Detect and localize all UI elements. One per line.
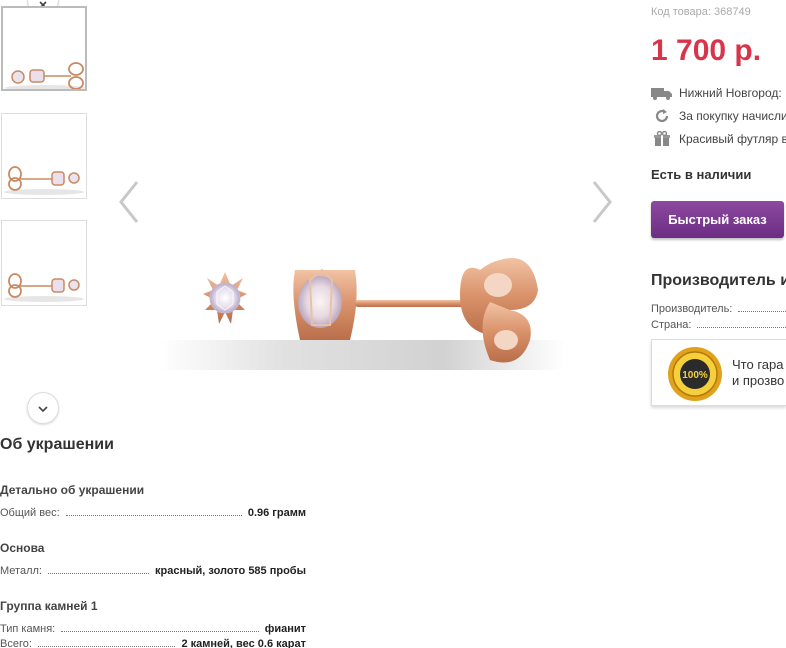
guarantee-text: Что гара и прозво [732, 357, 784, 389]
guarantee-line-1: Что гара [732, 357, 784, 372]
weight-row: Общий вес: 0.96 грамм [0, 505, 306, 519]
dotted-leader [738, 311, 786, 312]
earring-thumbnail-image [4, 166, 84, 195]
stone-type-value: фианит [264, 623, 306, 635]
guarantee-banner[interactable]: 100% Что гара и прозво [651, 339, 786, 406]
stones-section-title: Группа камней 1 [0, 599, 98, 613]
maker-section-title: Производитель и [651, 272, 786, 289]
product-price: 1 700 р. [651, 34, 762, 67]
earring-thumbnail-image [4, 273, 84, 302]
gift-line: Красивый футляр в [651, 130, 786, 148]
prev-image-arrow[interactable] [117, 180, 143, 224]
stock-status: Есть в наличии [651, 167, 752, 182]
bonus-line: За покупку начисли [651, 107, 786, 125]
stone-total-label: Всего: [0, 638, 32, 648]
details-section-title: Детально об украшении [0, 483, 145, 497]
metal-row: Металл: красный, золото 585 пробы [0, 563, 306, 577]
dotted-leader [61, 631, 259, 632]
producer-row: Производитель: [651, 301, 786, 315]
refresh-icon [651, 108, 673, 124]
quick-order-button[interactable]: Быстрый заказ [651, 201, 784, 238]
delivery-line: Нижний Новгород: [651, 84, 782, 102]
dotted-leader [37, 646, 176, 647]
thumbnail-2[interactable] [1, 113, 87, 199]
stone-type-label: Тип камня: [0, 623, 56, 635]
chevron-left-icon [119, 181, 139, 223]
svg-text:100%: 100% [682, 370, 708, 381]
product-code: Код товара: 368749 [651, 6, 751, 18]
main-product-image [160, 240, 565, 380]
metal-value: красный, золото 585 пробы [155, 565, 306, 577]
delivery-text: Нижний Новгород: [679, 86, 782, 100]
money-back-badge-icon: 100% [668, 347, 722, 401]
gallery-down-button[interactable] [27, 392, 59, 424]
bonus-text: За покупку начисли [679, 109, 786, 123]
chevron-down-icon [38, 406, 48, 413]
thumbnail-1[interactable] [1, 6, 87, 91]
country-label: Страна: [651, 319, 692, 331]
stone-total-row: Всего: 2 камней, вес 0.6 карат [0, 636, 306, 648]
next-image-arrow[interactable] [588, 180, 614, 224]
thumbnail-3[interactable] [1, 220, 87, 306]
gift-icon [651, 131, 673, 147]
weight-label: Общий вес: [0, 507, 60, 519]
producer-label: Производитель: [651, 303, 733, 315]
guarantee-line-2: и прозво [732, 373, 785, 388]
base-section-title: Основа [0, 541, 45, 555]
stone-total-value: 2 камней, вес 0.6 карат [181, 638, 306, 648]
dotted-leader [65, 515, 242, 516]
earring-thumbnail-image [5, 62, 85, 89]
chevron-right-icon [592, 181, 612, 223]
gold-stud-earrings-image [160, 258, 565, 370]
metal-label: Металл: [0, 565, 42, 577]
country-row: Страна: [651, 317, 786, 331]
weight-value: 0.96 грамм [247, 507, 306, 519]
stone-type-row: Тип камня: фианит [0, 621, 306, 635]
truck-icon [651, 86, 673, 100]
about-title: Об украшении [0, 436, 114, 453]
dotted-leader [47, 573, 149, 574]
dotted-leader [697, 327, 786, 328]
gift-text: Красивый футляр в [679, 132, 786, 146]
